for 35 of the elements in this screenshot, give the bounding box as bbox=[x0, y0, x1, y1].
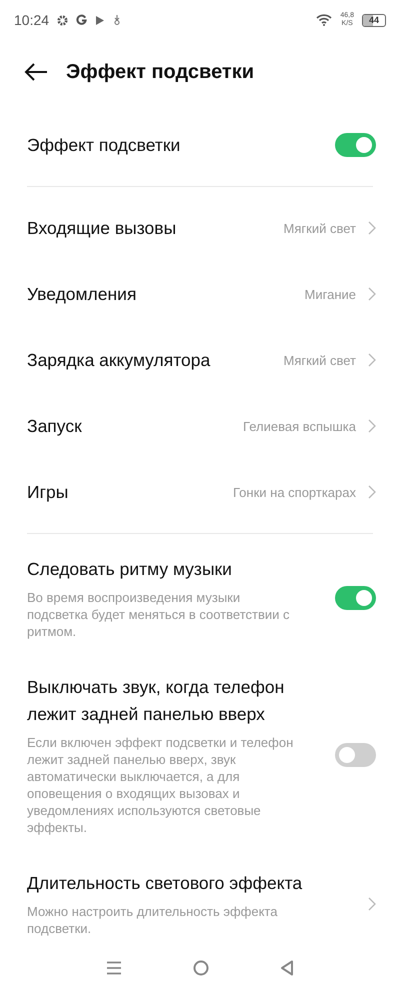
status-time: 10:24 bbox=[14, 12, 50, 28]
setting-title[interactable]: Игры bbox=[27, 478, 221, 506]
home-icon[interactable] bbox=[192, 960, 209, 976]
back-icon[interactable] bbox=[24, 63, 48, 81]
setting-description: Во время воспроизведения музыки подсветка будет меняться в соответствии с ритмом. bbox=[27, 589, 290, 640]
battery-icon: 44 bbox=[362, 14, 386, 26]
download-icon bbox=[113, 15, 122, 25]
toggle-switch[interactable] bbox=[335, 133, 376, 157]
setting-title[interactable]: Эффект подсветки bbox=[27, 132, 323, 158]
chevron-icon bbox=[368, 221, 376, 235]
setting-title[interactable]: Запуск bbox=[27, 412, 232, 440]
setting-description: Можно настроить длительность эффекта подсветки. bbox=[27, 903, 278, 937]
chevron-icon bbox=[368, 896, 376, 910]
setting-value: Мигание bbox=[304, 286, 356, 302]
setting-title[interactable]: Выключать звук, когда телефон лежит задней панелью вверх bbox=[27, 674, 323, 728]
chevron-icon bbox=[368, 485, 376, 499]
chevron-icon bbox=[368, 287, 376, 301]
setting-description: Если включен эффект подсветки и телефон лежит задней панелью вверх, звук автоматически выключается, а для оповещения о входящих вызовах и уведомлениях используются световые эффекты. bbox=[27, 734, 294, 836]
wifi-icon bbox=[316, 14, 332, 26]
setting-title[interactable]: Уведомления bbox=[27, 280, 293, 308]
page-title: Эффект подсветки bbox=[66, 60, 254, 84]
chevron-icon bbox=[368, 419, 376, 433]
setting-value: Мягкий свет bbox=[284, 352, 356, 368]
setting-value: Мягкий свет bbox=[284, 220, 356, 236]
toggle-switch[interactable] bbox=[335, 586, 376, 610]
setting-value: Гелиевая вспышка bbox=[243, 418, 356, 434]
setting-value: Гонки на спорткарах bbox=[233, 484, 356, 500]
setting-title[interactable]: Длительность светового эффекта bbox=[27, 870, 356, 897]
menu-icon[interactable] bbox=[106, 961, 122, 975]
setting-title[interactable]: Зарядка аккумулятора bbox=[27, 346, 272, 374]
chevron-icon bbox=[368, 353, 376, 367]
toggle-switch[interactable] bbox=[335, 743, 376, 767]
google-icon bbox=[76, 14, 88, 26]
setting-title[interactable]: Следовать ритму музыки bbox=[27, 556, 323, 583]
setting-title[interactable]: Входящие вызовы bbox=[27, 214, 272, 242]
